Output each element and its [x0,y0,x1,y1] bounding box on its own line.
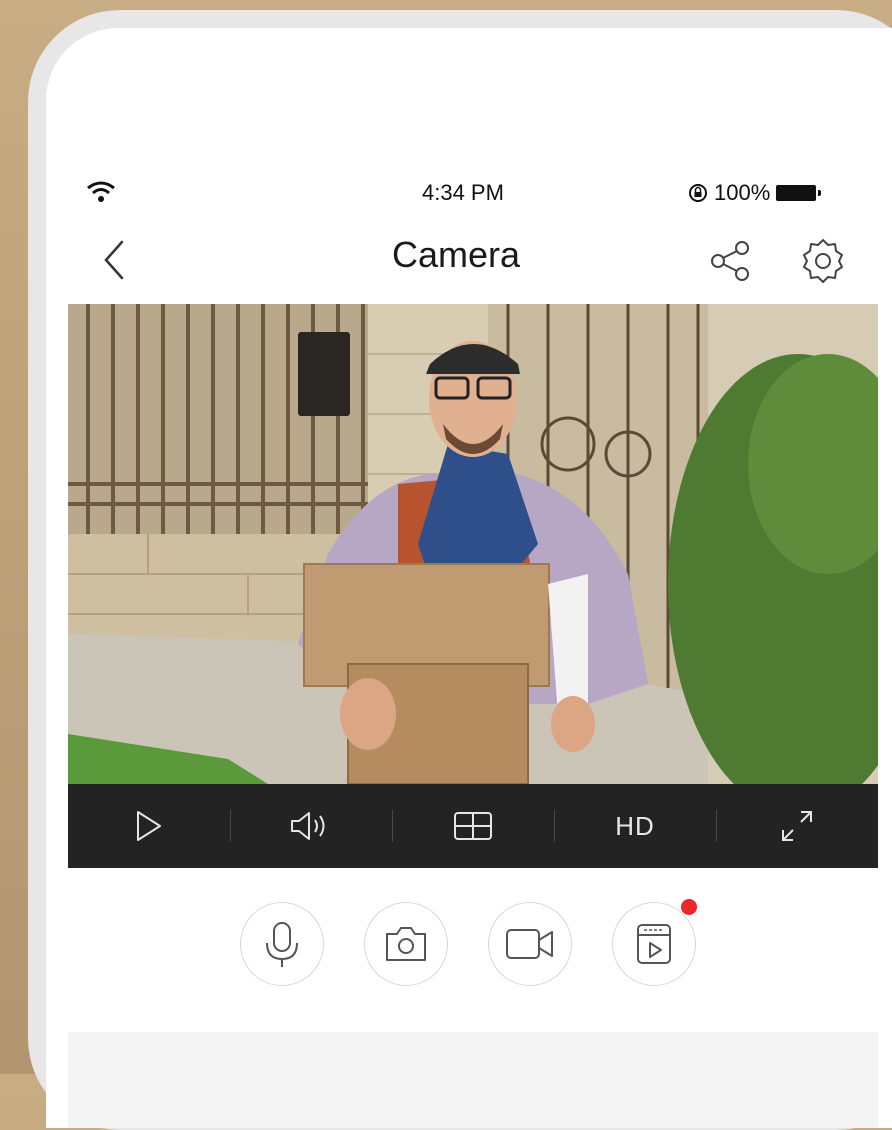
page-title: Camera [391,234,521,275]
nav-bar: Camera [46,228,892,288]
volume-button[interactable] [230,784,392,868]
battery-icon [776,185,822,201]
multiview-button[interactable] [392,784,554,868]
orientation-lock-icon [689,184,707,202]
video-frame-illustration [68,304,878,784]
quality-label: HD [615,810,655,841]
fullscreen-button[interactable] [716,784,878,868]
record-button[interactable] [488,902,572,986]
video-record-icon [506,929,553,959]
fullscreen-icon [782,811,812,841]
volume-icon [291,812,325,840]
battery-percent: 100% [714,180,771,205]
camera-snapshot-icon [386,927,426,961]
quality-button[interactable]: HD [554,784,716,868]
play-button[interactable] [68,784,230,868]
phone-screen: 4:34 PM 100% Camera HD [46,28,892,1128]
live-video-feed[interactable] [68,304,878,784]
bottom-panel [68,1032,878,1128]
multiview-icon [454,812,492,840]
play-icon [137,811,161,841]
battery-status: 100% [688,180,822,206]
notification-dot [681,899,697,915]
snapshot-button[interactable] [364,902,448,986]
share-icon[interactable] [706,236,756,286]
video-toolbar: HD [68,784,878,868]
action-buttons [240,899,697,986]
wifi-icon [87,181,115,202]
playback-button[interactable] [612,899,697,986]
playback-icon [637,924,671,964]
microphone-button[interactable] [240,902,324,986]
status-bar: 4:34 PM 100% [46,176,892,216]
microphone-icon [266,922,298,967]
status-time: 4:34 PM [422,180,504,205]
gear-icon[interactable] [798,236,848,286]
